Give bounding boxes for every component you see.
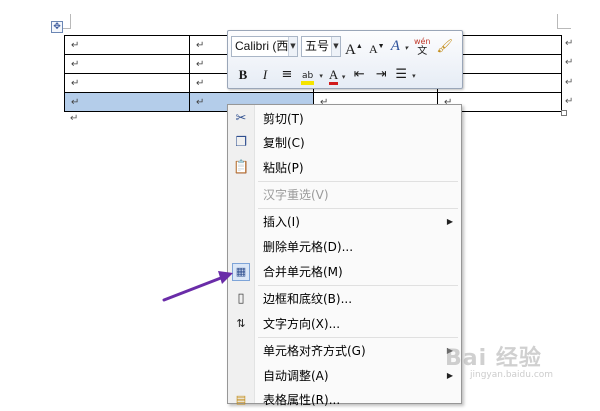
menu-item-paste[interactable]: 📋 粘贴(P) [228,157,461,179]
table-properties-icon: ▤ [235,393,247,406]
submenu-arrow-icon: ▶ [446,217,453,226]
increase-indent-button[interactable]: ⇥ [371,64,391,85]
table-resize-handle[interactable] [561,110,567,116]
menu-item-label: 删除单元格(D)... [263,240,354,254]
annotation-arrow-shaft [162,274,228,302]
chevron-down-icon[interactable]: ▼ [288,36,297,56]
highlight-icon: ab [301,70,315,85]
center-align-button[interactable]: ≡ [277,64,297,85]
mini-toolbar-row-1: Calibri (西 ▼ 五号 ▼ A▲ A▼ A wén 文 🖌 [231,34,455,58]
menu-separator [258,208,458,209]
menu-item-label: 表格属性(R)... [263,393,341,407]
menu-item-label: 粘贴(P) [263,161,304,175]
table-cell[interactable]: ↵ [64,54,190,74]
row-end-mark: ↵ [565,96,574,107]
menu-item-reconvert: 汉字重选(V) [228,184,461,206]
merge-cells-icon: ▦ [232,263,250,281]
grow-font-icon: A [345,41,356,58]
phonetic-guide-icon: wén [413,36,431,46]
format-painter-button[interactable]: 🖌 [435,36,456,57]
menu-item-borders-shading[interactable]: ▯ 边框和底纹(B)... [228,288,461,310]
italic-button[interactable]: I [255,64,275,85]
grow-font-button[interactable]: A▲ [343,36,365,58]
format-painter-icon: 🖌 [436,38,454,54]
menu-item-text-direction[interactable]: ⇅ 文字方向(X)... [228,313,461,335]
page-corner-mark-right-v [557,14,558,29]
menu-item-cut[interactable]: ✂ 剪切(T) [228,108,461,130]
menu-separator [258,285,458,286]
center-align-icon: ≡ [281,66,293,82]
highlight-button[interactable]: ab [299,64,325,85]
paste-icon: 📋 [233,160,250,175]
font-name-combo[interactable]: Calibri (西 ▼ [231,35,298,57]
menu-item-merge-cells[interactable]: ▦ 合并单元格(M) [228,261,461,283]
borders-icon: ▯ [237,291,245,306]
row-end-mark: ↵ [565,77,574,88]
phonetic-char-icon: 文 [417,45,428,57]
menu-item-table-properties[interactable]: ▤ 表格属性(R)... [228,389,461,411]
row-end-mark: ↵ [565,57,574,68]
menu-separator [258,181,458,182]
table-move-handle-icon[interactable]: ✥ [51,21,63,33]
page-corner-mark-left-v [70,14,71,29]
paragraph-mark: ↵ [70,113,79,124]
menu-item-cell-alignment[interactable]: 单元格对齐方式(G) ▶ [228,340,461,362]
menu-item-label: 自动调整(A) [263,369,329,383]
font-size-combo[interactable]: 五号 ▼ [301,35,341,57]
italic-icon: I [262,66,268,82]
menu-item-copy[interactable]: ❐ 复制(C) [228,132,461,154]
font-name-value: Calibri (西 [235,38,289,53]
decrease-indent-button[interactable]: ⇤ [349,64,369,85]
copy-icon: ❐ [235,135,247,150]
styles-icon: A [390,37,400,54]
bold-button[interactable]: B [233,64,253,85]
increase-indent-icon: ⇥ [375,66,387,82]
styles-button[interactable]: A [389,36,410,57]
font-color-button[interactable]: A [327,64,347,85]
table-cell[interactable]: ↵ [64,73,190,93]
menu-item-autofit[interactable]: 自动调整(A) ▶ [228,365,461,387]
mini-toolbar-row-2: B I ≡ ab A ⇤ ⇥ ☰ [231,62,418,86]
menu-item-label: 文字方向(X)... [263,317,341,331]
menu-item-insert[interactable]: 插入(I) ▶ [228,211,461,233]
bullets-icon: ☰ [395,66,407,82]
menu-item-delete-cells[interactable]: 删除单元格(D)... [228,236,461,258]
menu-item-label: 合并单元格(M) [263,265,343,279]
menu-item-label: 汉字重选(V) [263,188,329,202]
mini-toolbar: Calibri (西 ▼ 五号 ▼ A▲ A▼ A wén 文 🖌 B I [227,30,463,89]
table-cell[interactable]: ↵ [64,35,190,55]
context-menu: ✂ 剪切(T) ❐ 复制(C) 📋 粘贴(P) 汉字重选(V) 插入(I) ▶ … [227,104,462,407]
menu-item-label: 复制(C) [263,136,305,150]
watermark-logo: Bai 经验 [445,346,542,371]
scissors-icon: ✂ [235,111,247,126]
decrease-indent-icon: ⇤ [353,66,365,82]
font-size-value: 五号 [305,38,330,53]
menu-item-label: 剪切(T) [263,112,304,126]
table-cell-selected[interactable]: ↵ [64,92,190,112]
font-color-icon: A [328,66,338,85]
bold-icon: B [238,66,248,82]
watermark-url: jingyan.baidu.com [470,370,554,380]
shrink-font-icon: A [368,41,378,56]
menu-separator [258,337,458,338]
menu-item-label: 单元格对齐方式(G) [263,344,366,358]
menu-item-label: 插入(I) [263,215,300,229]
shrink-font-button[interactable]: A▼ [367,36,387,57]
bullets-button[interactable]: ☰ [393,64,417,85]
text-direction-icon: ⇅ [236,317,246,330]
row-end-mark: ↵ [565,38,574,49]
page-corner-mark-right-h [557,28,571,29]
menu-item-label: 边框和底纹(B)... [263,292,353,306]
phonetic-guide-button[interactable]: wén 文 [412,36,433,57]
chevron-down-icon[interactable]: ▼ [331,36,340,56]
